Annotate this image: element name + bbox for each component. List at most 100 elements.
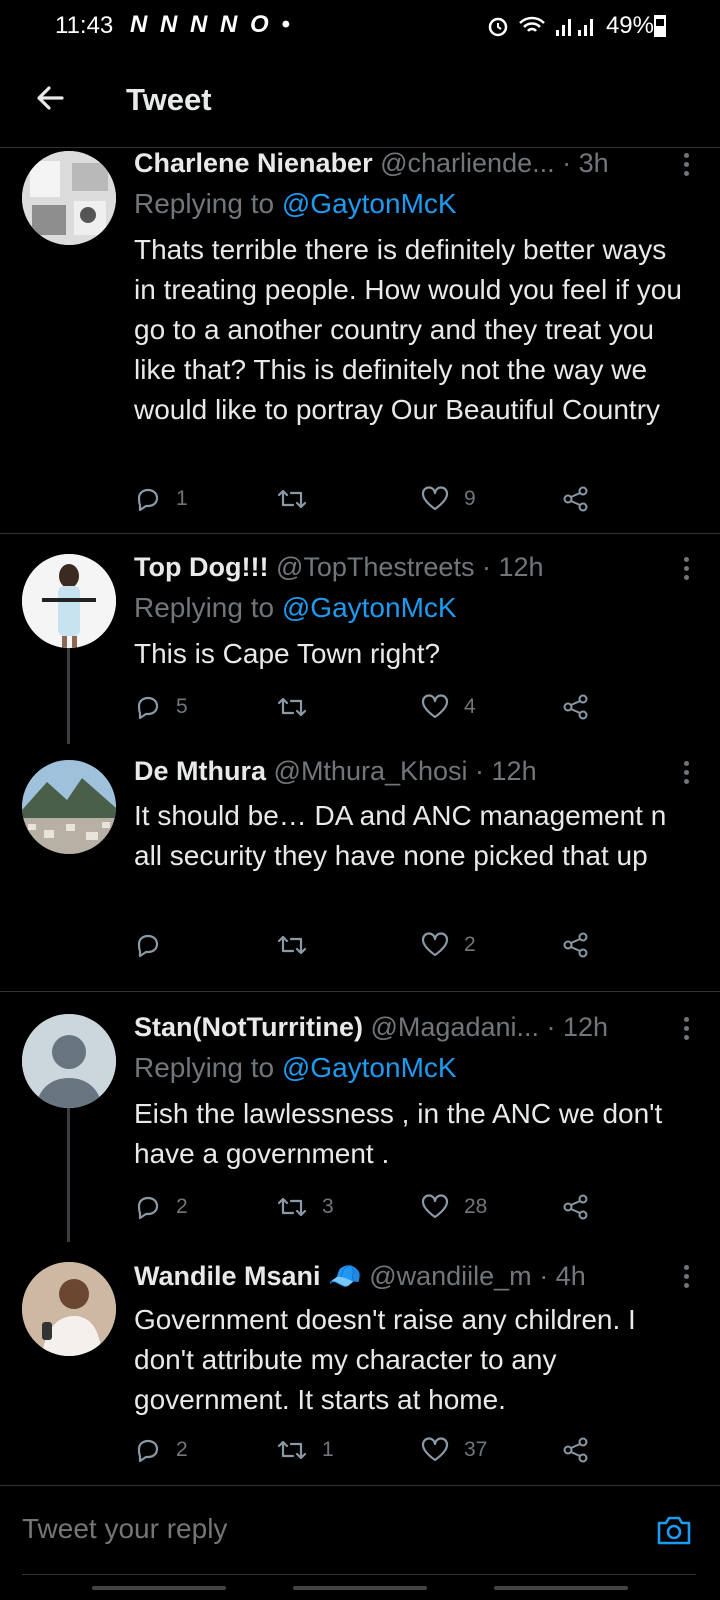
retweet-icon (277, 1440, 307, 1460)
replying-label: Replying to (134, 592, 275, 623)
author-handle[interactable]: @charliende... (380, 148, 555, 178)
reply-button[interactable]: 2 (134, 1192, 188, 1222)
tweet-author-line: Wandile Msani 🧢 @wandiile_m · 4h (134, 1260, 660, 1292)
mention-link[interactable]: @GaytonMcK (282, 188, 457, 219)
reply-input[interactable] (22, 1513, 582, 1545)
arrow-left-icon[interactable] (32, 80, 68, 116)
battery-icon (654, 15, 666, 37)
tweet-actions: 2 3 28 (134, 1192, 614, 1222)
like-count: 4 (464, 695, 476, 718)
reply-button[interactable]: 1 (134, 484, 188, 514)
author-handle[interactable]: @Mthura_Khosi (274, 756, 468, 786)
reply-button[interactable] (134, 930, 176, 960)
reply-count: 2 (176, 1195, 188, 1218)
top-header: Tweet (0, 60, 720, 148)
like-count: 2 (464, 933, 476, 956)
author-name[interactable]: De Mthura (134, 756, 266, 786)
cap-badge-icon: 🧢 (328, 1261, 362, 1291)
tweet-author-line: Stan(NotTurritine) @Magadani... · 12h (134, 1012, 660, 1043)
like-button[interactable]: 9 (420, 484, 476, 514)
heart-icon (421, 1437, 449, 1462)
author-name[interactable]: Top Dog!!! (134, 552, 268, 582)
tweet-time: · 12h (546, 1012, 609, 1042)
battery-percent: 49% (605, 12, 654, 39)
tweet-item[interactable]: De Mthura @Mthura_Khosi · 12h It should … (0, 744, 720, 992)
replying-label: Replying to (134, 188, 275, 219)
like-button[interactable]: 4 (420, 692, 476, 722)
avatar[interactable] (22, 151, 116, 245)
more-vertical-icon[interactable] (682, 153, 690, 180)
tweet-actions: 2 1 37 (134, 1435, 614, 1465)
more-vertical-icon[interactable] (682, 761, 690, 788)
reply-button[interactable]: 2 (134, 1435, 188, 1465)
author-handle[interactable]: @wandiile_m (369, 1261, 531, 1291)
like-button[interactable]: 28 (420, 1192, 487, 1222)
more-vertical-icon[interactable] (682, 557, 690, 584)
share-button[interactable] (562, 1192, 590, 1222)
retweet-icon (277, 935, 307, 955)
share-icon (563, 486, 588, 512)
thread-line (67, 646, 70, 744)
reply-icon (137, 488, 159, 512)
nav-pill[interactable] (92, 1586, 226, 1590)
avatar[interactable] (22, 554, 116, 648)
heart-icon (421, 1194, 449, 1219)
reply-button[interactable]: 5 (134, 692, 188, 722)
tweet-time: · 3h (562, 148, 609, 178)
share-button[interactable] (562, 484, 590, 514)
wifi-icon (519, 16, 545, 32)
avatar[interactable] (22, 1014, 116, 1108)
tweet-text: It should be… DA and ANC management n al… (134, 800, 667, 871)
retweet-button[interactable]: 1 (276, 1435, 334, 1465)
tweet-actions: 1 9 (134, 484, 614, 514)
signal-icon (555, 19, 593, 36)
like-button[interactable]: 37 (420, 1435, 487, 1465)
status-time: 11:43 (55, 12, 114, 39)
share-button[interactable] (562, 1435, 590, 1465)
share-button[interactable] (562, 692, 590, 722)
author-name[interactable]: Wandile Msani (134, 1261, 321, 1291)
tweet-time: · 12h (475, 756, 537, 786)
avatar[interactable] (22, 1262, 116, 1356)
status-bar: 11:43 N N N N O • 49% (0, 0, 720, 52)
more-vertical-icon[interactable] (682, 1017, 690, 1044)
author-handle[interactable]: @TopThestreets (276, 552, 475, 582)
share-button[interactable] (562, 930, 590, 960)
retweet-button[interactable] (276, 930, 322, 960)
nav-pill[interactable] (293, 1586, 427, 1590)
more-vertical-icon[interactable] (682, 1265, 690, 1292)
retweet-button[interactable]: 3 (276, 1192, 334, 1222)
replying-to: Replying to @GaytonMcK (134, 592, 457, 624)
replying-to: Replying to @GaytonMcK (134, 188, 457, 220)
reply-icon (137, 696, 159, 720)
mention-link[interactable]: @GaytonMcK (282, 1052, 457, 1083)
avatar[interactable] (22, 760, 116, 854)
tweet-text: This is Cape Town right? (134, 638, 441, 669)
tweet-item[interactable]: Wandile Msani 🧢 @wandiile_m · 4h Governm… (0, 1242, 720, 1485)
reply-count: 5 (176, 695, 188, 718)
tweet-item[interactable]: Top Dog!!! @TopThestreets · 12h Replying… (0, 534, 720, 744)
tweet-author-line: De Mthura @Mthura_Khosi · 12h (134, 756, 660, 787)
author-name[interactable]: Charlene Nienaber (134, 148, 373, 178)
retweet-icon (277, 697, 307, 717)
input-underline (22, 1574, 696, 1575)
retweet-count: 1 (322, 1438, 334, 1461)
tweet-item[interactable]: Stan(NotTurritine) @Magadani... · 12h Re… (0, 992, 720, 1242)
retweet-icon (277, 1197, 307, 1217)
tweet-author-line: Top Dog!!! @TopThestreets · 12h (134, 552, 660, 583)
tweet-author-line: Charlene Nienaber @charliende... · 3h (134, 148, 660, 179)
thread-line (67, 1106, 70, 1242)
status-right: 49% (486, 12, 654, 40)
nav-pill[interactable] (494, 1586, 628, 1590)
retweet-button[interactable] (276, 692, 322, 722)
reply-icon (137, 1196, 159, 1220)
like-count: 9 (464, 487, 476, 510)
tweet-item[interactable]: Charlene Nienaber @charliende... · 3h Re… (0, 148, 720, 534)
tweet-text: Eish the lawlessness , in the ANC we don… (134, 1098, 663, 1169)
author-handle[interactable]: @Magadani... (371, 1012, 540, 1042)
author-name[interactable]: Stan(NotTurritine) (134, 1012, 363, 1042)
camera-icon[interactable] (654, 1510, 694, 1550)
mention-link[interactable]: @GaytonMcK (282, 592, 457, 623)
like-button[interactable]: 2 (420, 930, 476, 960)
retweet-button[interactable] (276, 484, 322, 514)
